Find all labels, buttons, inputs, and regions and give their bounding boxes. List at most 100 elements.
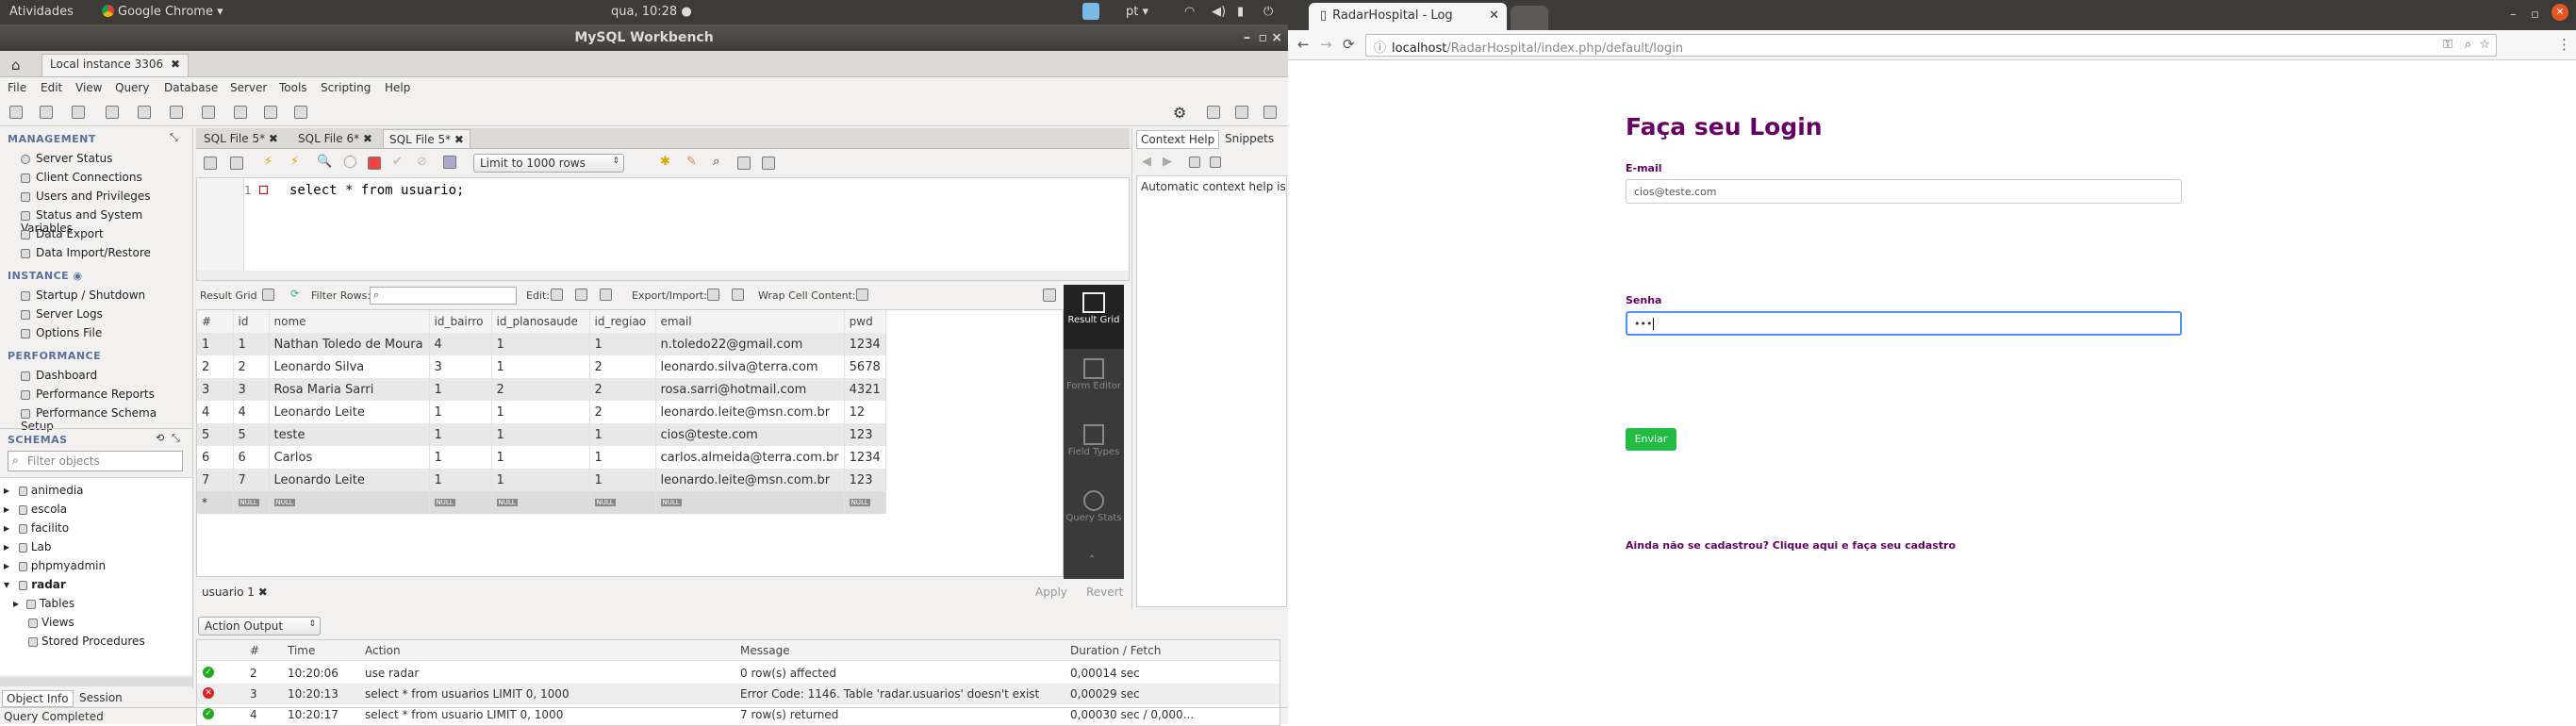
menu-server[interactable]: Server: [230, 81, 267, 94]
back-icon[interactable]: ◀: [1142, 155, 1151, 169]
maximize-icon[interactable]: ▫: [1259, 25, 1268, 51]
toggle-output-icon[interactable]: [1235, 106, 1248, 119]
tab-context-help[interactable]: Context Help: [1136, 130, 1220, 149]
column-header[interactable]: Message: [740, 644, 790, 657]
maximize-icon[interactable]: ▫: [2531, 8, 2539, 22]
column-header[interactable]: #: [250, 644, 259, 657]
close-tab-icon[interactable]: ✖: [171, 58, 180, 71]
table-cell[interactable]: leonardo.leite@msn.com.br: [655, 469, 845, 491]
column-header[interactable]: nome: [269, 310, 430, 333]
table-cell[interactable]: 123: [844, 423, 886, 446]
table-cell[interactable]: 1: [491, 423, 590, 446]
power-icon[interactable]: ⏻: [1263, 5, 1273, 19]
table-cell[interactable]: 1: [429, 423, 492, 446]
toggle-error-icon[interactable]: [368, 157, 381, 170]
table-cell[interactable]: Leonardo Leite: [269, 469, 430, 491]
language-indicator[interactable]: pt ▾: [1126, 5, 1148, 19]
menu-help[interactable]: Help: [385, 81, 410, 94]
create-function-icon[interactable]: [234, 106, 247, 119]
import-icon[interactable]: [732, 289, 744, 301]
address-bar[interactable]: ⓘ localhost/RadarHospital/index.php/defau…: [1365, 34, 2497, 57]
new-sql-tab-icon[interactable]: [9, 106, 23, 119]
browser-tab[interactable]: ▯ RadarHospital - Log ✕: [1309, 3, 1507, 30]
app-menu[interactable]: Google Chrome ▾: [102, 5, 223, 19]
table-cell[interactable]: 1: [429, 469, 492, 491]
volume-icon[interactable]: ◀): [1212, 5, 1226, 19]
new-row[interactable]: * NULL NULL NULL NULL NULL NULL NULL: [197, 491, 886, 514]
output-type-select[interactable]: Action Output ⇕: [198, 617, 321, 635]
result-tab[interactable]: usuario 1 ✖: [202, 586, 268, 599]
table-cell[interactable]: 1: [589, 333, 656, 355]
table-cell[interactable]: Nathan Toledo de Moura: [269, 333, 430, 355]
side-tab-field-types[interactable]: Field Types: [1064, 417, 1124, 481]
toggle-sidebar-icon[interactable]: [1207, 106, 1220, 119]
create-schema-icon[interactable]: [106, 106, 119, 119]
table-cell[interactable]: 1234: [844, 446, 886, 469]
table-cell[interactable]: 1: [429, 401, 492, 423]
table-cell[interactable]: 1: [491, 355, 590, 378]
explain-icon[interactable]: 🔍: [317, 155, 332, 169]
output-row[interactable]: ✕ 3 10:20:13 select * from usuarios LIMI…: [197, 684, 1280, 704]
apply-button[interactable]: Apply: [1035, 586, 1067, 599]
commit-icon[interactable]: ✔: [392, 155, 403, 169]
zoom-icon[interactable]: ⌕: [2465, 38, 2471, 52]
table-cell[interactable]: 2: [589, 355, 656, 378]
find-icon[interactable]: ✎: [686, 155, 697, 169]
toggle-secondary-sidebar-icon[interactable]: [1263, 106, 1277, 119]
key-icon[interactable]: ⚿: [2443, 38, 2452, 52]
menu-scripting[interactable]: Scripting: [321, 81, 371, 94]
refresh-icon[interactable]: ⟳: [290, 288, 299, 300]
nav-performance-reports[interactable]: Performance Reports: [21, 388, 155, 401]
table-cell[interactable]: leonardo.silva@terra.com: [655, 355, 845, 378]
close-window-icon[interactable]: ✕: [2551, 4, 2568, 21]
save-icon[interactable]: [230, 157, 243, 170]
table-cell[interactable]: leonardo.leite@msn.com.br: [655, 401, 845, 423]
bookmark-star-icon[interactable]: ☆: [2479, 38, 2490, 52]
schema-facilito[interactable]: ▸ facilito: [4, 521, 69, 535]
table-cell[interactable]: rosa.sarri@hotmail.com: [655, 378, 845, 401]
table-cell[interactable]: 7: [233, 469, 270, 491]
manual-help-icon[interactable]: [1210, 157, 1221, 168]
menu-query[interactable]: Query: [115, 81, 149, 94]
close-tab-icon[interactable]: ✖: [454, 133, 464, 146]
schema-inspector-icon[interactable]: [72, 106, 85, 119]
table-cell[interactable]: 1: [491, 469, 590, 491]
menu-view[interactable]: View: [75, 81, 102, 94]
tab-session[interactable]: Session: [75, 690, 126, 705]
search-table-data-icon[interactable]: [264, 106, 277, 119]
null-badge[interactable]: NULL: [429, 491, 492, 514]
limit-rows-select[interactable]: Limit to 1000 rows ⇕: [473, 154, 624, 173]
table-row[interactable]: 7 7 Leonardo Leite 1 1 1 leonardo.leite@msn.co…: [197, 469, 886, 491]
output-row[interactable]: ✓ 2 10:20:06 use radar 0 row(s) affected…: [197, 663, 1280, 684]
table-row[interactable]: 2 2 Leonardo Silva 3 1 2 leonardo.silva@terra.…: [197, 355, 886, 378]
auto-help-icon[interactable]: [1189, 157, 1200, 168]
open-file-icon[interactable]: [204, 157, 217, 170]
forward-icon[interactable]: →: [1320, 36, 1332, 53]
table-cell[interactable]: 2: [589, 401, 656, 423]
close-tab-icon[interactable]: ✖: [258, 586, 268, 599]
table-cell[interactable]: 1: [491, 333, 590, 355]
delete-row-icon[interactable]: [600, 289, 612, 301]
filter-rows-input[interactable]: ⌕: [370, 287, 517, 305]
table-cell[interactable]: 1: [589, 469, 656, 491]
nav-data-import[interactable]: Data Import/Restore: [21, 246, 151, 259]
column-header[interactable]: Time: [288, 644, 315, 657]
table-cell[interactable]: 3: [233, 378, 270, 401]
column-header[interactable]: Action: [365, 644, 401, 657]
side-tab-form-editor[interactable]: Form Editor: [1064, 351, 1124, 415]
activities-button[interactable]: Atividades: [9, 5, 74, 19]
autocommit-icon[interactable]: [443, 156, 456, 169]
schema-radar[interactable]: ▾ radar: [4, 578, 66, 591]
table-row[interactable]: 5 5 teste 1 1 1 cios@teste.com 123: [197, 423, 886, 446]
email-field[interactable]: cios@teste.com: [1626, 179, 2182, 204]
table-cell[interactable]: 3: [429, 355, 492, 378]
table-cell[interactable]: carlos.almeida@terra.com.br: [655, 446, 845, 469]
nav-server-status[interactable]: Server Status: [21, 152, 112, 165]
table-cell[interactable]: 4: [429, 333, 492, 355]
menu-database[interactable]: Database: [164, 81, 218, 94]
reconnect-icon[interactable]: [294, 106, 307, 119]
table-cell[interactable]: 2: [233, 355, 270, 378]
table-cell[interactable]: Leonardo Leite: [269, 401, 430, 423]
null-badge[interactable]: NULL: [491, 491, 590, 514]
schema-escola[interactable]: ▸ escola: [4, 503, 67, 516]
